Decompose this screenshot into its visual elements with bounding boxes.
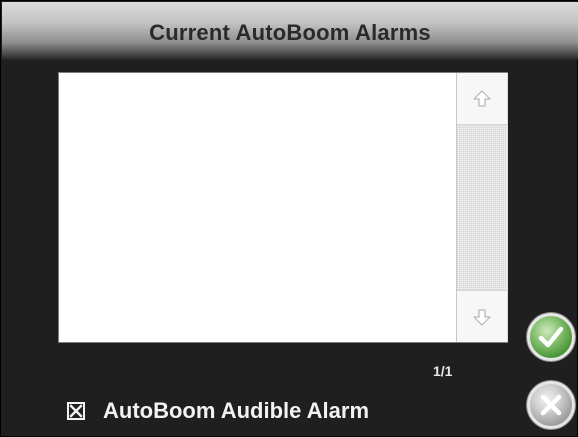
scroll-up-button[interactable]	[457, 73, 507, 125]
alarms-dialog: Current AutoBoom Alarms 1/1 AutoBoom Aud…	[0, 0, 578, 437]
audible-alarm-checkbox[interactable]	[67, 402, 85, 420]
dialog-title: Current AutoBoom Alarms	[149, 20, 431, 45]
arrow-up-icon	[473, 90, 491, 107]
check-icon	[538, 326, 564, 348]
title-bar: Current AutoBoom Alarms	[2, 2, 578, 60]
alarm-list-body[interactable]	[59, 73, 455, 342]
scroll-down-button[interactable]	[457, 290, 507, 342]
x-icon	[540, 394, 562, 416]
cancel-button[interactable]	[527, 381, 575, 429]
arrow-down-icon	[473, 309, 491, 326]
ok-button[interactable]	[527, 313, 575, 361]
audible-alarm-row[interactable]: AutoBoom Audible Alarm	[67, 397, 369, 425]
checkbox-x-icon	[69, 404, 83, 418]
alarm-list	[58, 72, 508, 343]
page-indicator: 1/1	[433, 363, 453, 379]
audible-alarm-label: AutoBoom Audible Alarm	[103, 398, 370, 423]
alarm-list-scrollbar[interactable]	[456, 73, 508, 342]
